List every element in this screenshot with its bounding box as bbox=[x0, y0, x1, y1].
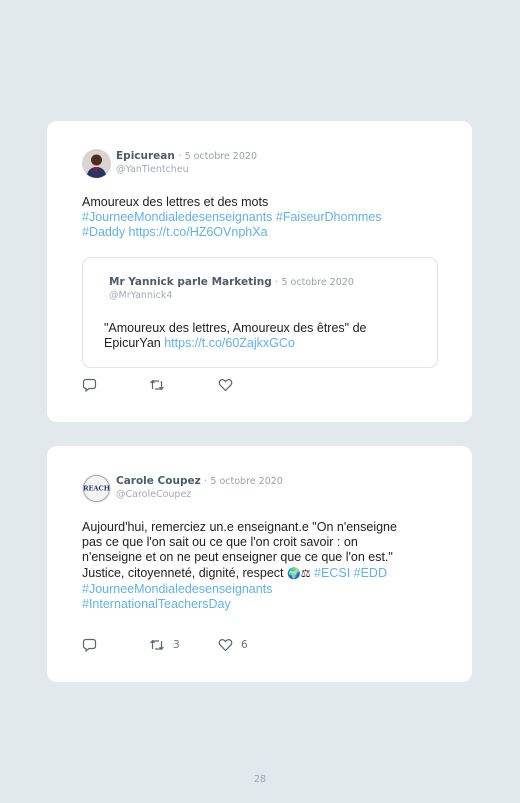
hashtag-url-line[interactable]: #Daddy https://t.co/HZ6OVnphXa bbox=[82, 225, 427, 240]
quoted-tweet-text: "Amoureux des lettres, Amoureux des être… bbox=[104, 321, 404, 351]
tweet-text: Amoureux des lettres et des mots #Journe… bbox=[82, 195, 427, 241]
text-line: "Amoureux des lettres, Amoureux des être… bbox=[104, 321, 367, 335]
retweet-icon bbox=[150, 639, 164, 651]
date-separator: · bbox=[178, 151, 182, 162]
date-separator: · bbox=[275, 277, 279, 288]
date-separator: · bbox=[204, 476, 208, 487]
hashtag-link[interactable]: #ECSI #EDD bbox=[314, 566, 387, 580]
heart-icon bbox=[218, 638, 233, 652]
reply-icon bbox=[82, 378, 97, 392]
text-line: pas ce que l'on sait ou ce que l'on croi… bbox=[82, 535, 358, 550]
avatar-carole-coupez[interactable]: REACH bbox=[82, 474, 111, 503]
reply-button[interactable] bbox=[82, 638, 97, 652]
like-button[interactable]: 6 bbox=[218, 638, 248, 652]
url-link[interactable]: https://t.co/60ZajkxGCo bbox=[164, 336, 295, 350]
tweet-card-epicurean: Epicurean · 5 octobre 2020 @YanTientcheu… bbox=[47, 121, 472, 422]
hashtag-link[interactable]: #JourneeMondialedesenseignants bbox=[82, 582, 427, 597]
text-line: EpicurYan https://t.co/60ZajkxGCo bbox=[104, 336, 404, 351]
retweet-count: 3 bbox=[173, 639, 180, 651]
hashtag-link[interactable]: #InternationalTeachersDay bbox=[82, 597, 427, 612]
text-line: Amoureux des lettres et des mots bbox=[82, 195, 269, 209]
quoted-tweet[interactable]: Mr Yannick parle Marketing · 5 octobre 2… bbox=[82, 257, 438, 368]
quoted-author-name[interactable]: Mr Yannick parle Marketing bbox=[109, 276, 272, 288]
retweet-icon bbox=[150, 379, 164, 391]
text-plain: EpicurYan bbox=[104, 336, 161, 351]
tweet-card-carole-coupez: REACH Carole Coupez · 5 octobre 2020 @Ca… bbox=[47, 446, 472, 682]
page-number: 28 bbox=[253, 774, 267, 785]
retweet-button[interactable] bbox=[149, 378, 165, 392]
retweet-button[interactable]: 3 bbox=[149, 638, 180, 652]
author-line: Epicurean · 5 octobre 2020 bbox=[116, 150, 257, 162]
quoted-tweet-date[interactable]: 5 octobre 2020 bbox=[281, 277, 353, 288]
tweet-date[interactable]: 5 octobre 2020 bbox=[210, 476, 282, 487]
avatar-epicurean[interactable] bbox=[82, 149, 111, 178]
reply-icon bbox=[82, 638, 97, 652]
reply-button[interactable] bbox=[82, 378, 97, 392]
globe-scales-emoji: 🌍⚖ bbox=[287, 567, 311, 580]
author-handle[interactable]: @CaroleCoupez bbox=[116, 489, 191, 500]
author-name[interactable]: Epicurean bbox=[116, 150, 175, 162]
author-name[interactable]: Carole Coupez bbox=[116, 475, 201, 487]
text-line: Aujourd'hui, remerciez un.e enseignant.e… bbox=[82, 520, 397, 534]
text-plain: Justice, citoyenneté, dignité, respect bbox=[82, 565, 284, 580]
author-handle[interactable]: @YanTientcheu bbox=[116, 164, 189, 175]
tweet-date[interactable]: 5 octobre 2020 bbox=[185, 151, 257, 162]
text-line: n'enseigne et on ne peut enseigner que c… bbox=[82, 550, 393, 565]
quoted-author-handle[interactable]: @MrYannick4 bbox=[109, 290, 172, 301]
quoted-author-line: Mr Yannick parle Marketing · 5 octobre 2… bbox=[109, 276, 354, 288]
author-line: Carole Coupez · 5 octobre 2020 bbox=[116, 475, 283, 487]
text-line: Justice, citoyenneté, dignité, respect 🌍… bbox=[82, 566, 427, 582]
hashtag-line[interactable]: #JourneeMondialedesenseignants #FaiseurD… bbox=[82, 210, 427, 225]
heart-icon bbox=[218, 378, 233, 392]
svg-text:REACH: REACH bbox=[83, 485, 110, 493]
like-count: 6 bbox=[241, 639, 248, 651]
tweet-text: Aujourd'hui, remerciez un.e enseignant.e… bbox=[82, 520, 427, 612]
like-button[interactable] bbox=[218, 378, 233, 392]
